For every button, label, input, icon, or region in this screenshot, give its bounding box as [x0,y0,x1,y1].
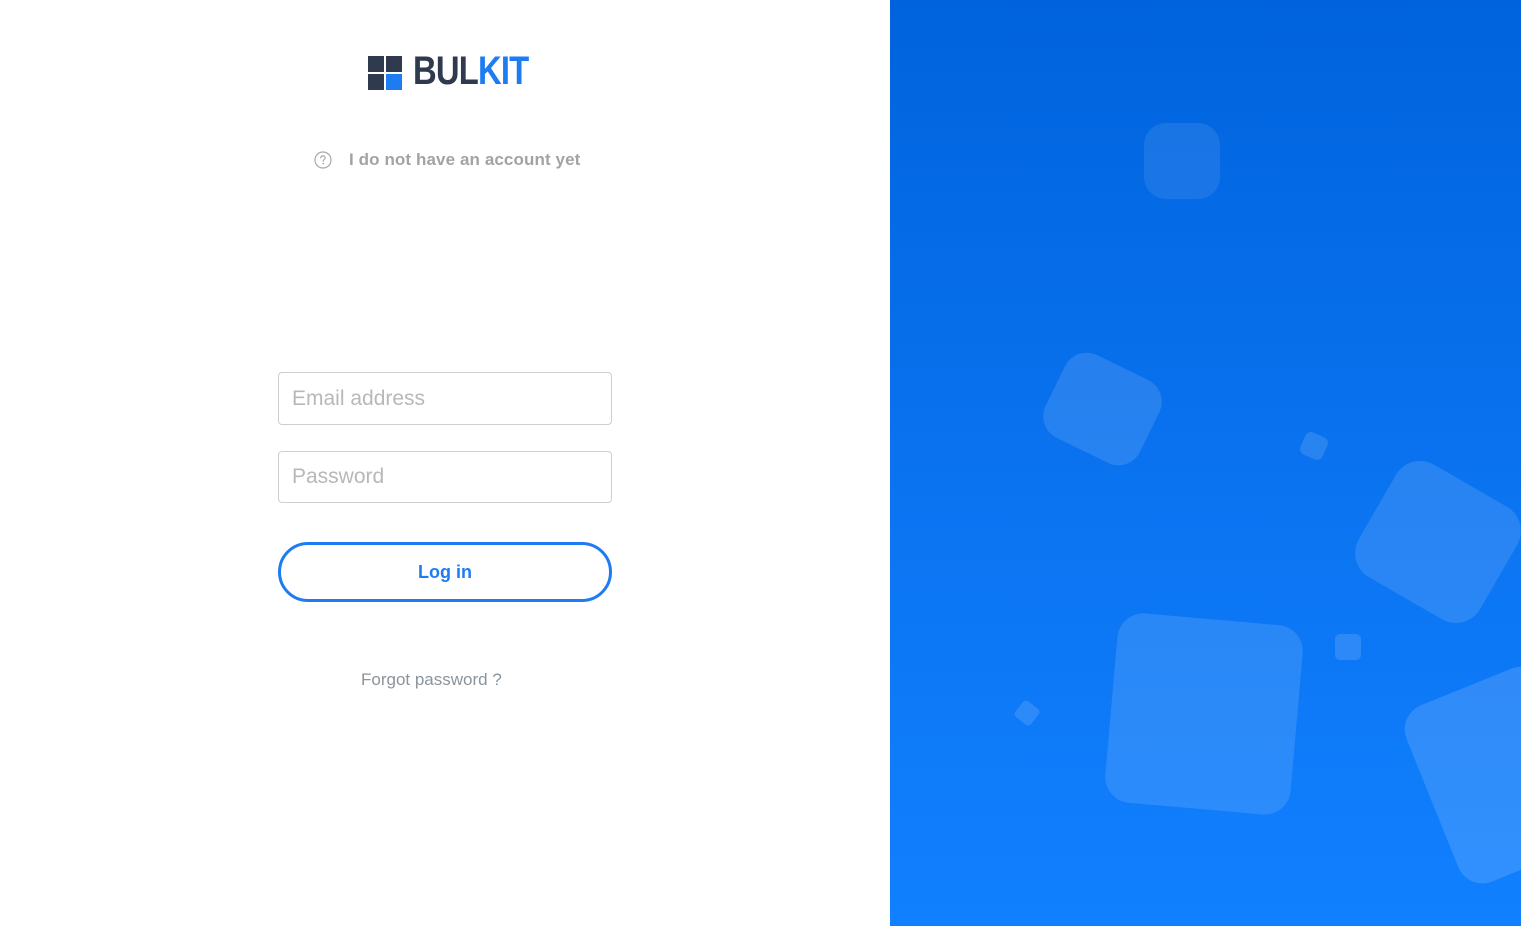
email-field[interactable] [278,372,612,425]
decorative-square [1298,430,1330,462]
brand-name: BULKIT [413,49,529,93]
decorative-square [1144,123,1220,199]
signup-link-label: I do not have an account yet [349,150,581,169]
help-circle-icon [314,151,332,169]
decorative-square [1396,658,1521,892]
forgot-password-link[interactable]: Forgot password ? [361,670,502,690]
decorative-square [1335,634,1361,660]
brand-name-part1: BUL [413,49,479,93]
decorative-square [1344,450,1521,634]
hero-panel [890,0,1521,926]
decorative-square [1103,611,1305,817]
login-page: BULKIT I do not have an account yet Log … [0,0,1521,926]
decorative-square [1035,344,1170,474]
password-field[interactable] [278,451,612,503]
login-button[interactable]: Log in [278,542,612,602]
brand-logo[interactable]: BULKIT [367,50,554,92]
login-panel: BULKIT I do not have an account yet Log … [0,0,890,926]
brand-name-part2: KIT [477,49,529,93]
login-button-label: Log in [418,561,472,582]
signup-link[interactable]: I do not have an account yet [314,150,580,170]
decorative-square [1012,698,1042,728]
logo-grid-icon [367,53,403,90]
